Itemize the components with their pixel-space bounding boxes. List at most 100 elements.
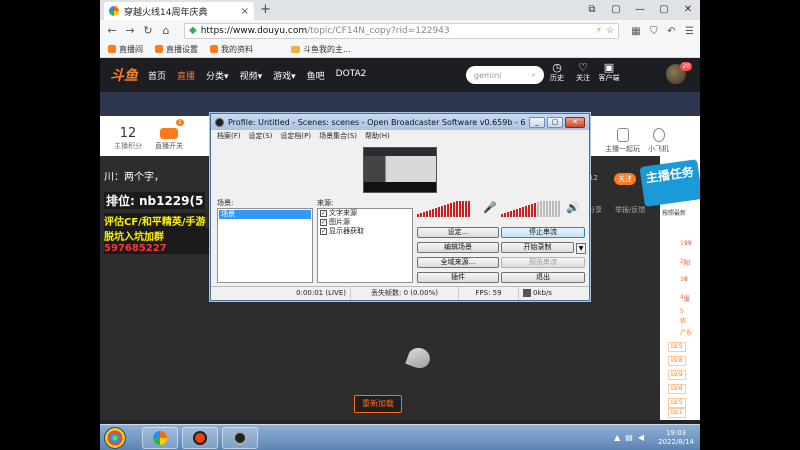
play-together-button[interactable]: 主播一起玩 (605, 128, 640, 154)
share-button[interactable]: 分享 (588, 205, 602, 215)
app-logo-icon (193, 431, 207, 445)
history-icon: ◷ (552, 61, 562, 74)
obs-menu-bar: 档案(F) 设定(S) 设定档(P) 场景集合(S) 帮助(H) (211, 130, 589, 142)
bookmark-item[interactable]: 直播间 (108, 44, 143, 55)
follow-pill-button[interactable]: 关注 (614, 173, 636, 185)
report-button[interactable]: 举报/反馈 (615, 205, 645, 215)
obs-minimize-icon[interactable]: _ (529, 116, 545, 128)
nav-yuba[interactable]: 鱼吧 (307, 69, 325, 82)
toggle-icon (160, 128, 178, 139)
shield-icon: ◆ (189, 25, 197, 36)
plugins-button[interactable]: 插件 (417, 272, 499, 283)
obs-maximize-icon[interactable]: ▢ (547, 116, 563, 128)
douyu-logo[interactable]: 斗鱼 (110, 65, 138, 85)
nav-games[interactable]: 游戏▾ (273, 69, 296, 82)
taskbar-obs[interactable] (222, 427, 258, 449)
bookmark-item[interactable]: 我的资料 (210, 44, 253, 55)
tray-arrow-icon[interactable]: ▲ (614, 433, 620, 442)
scenes-list[interactable]: 场景 (217, 208, 313, 283)
sources-list[interactable]: ✓ 文字来源 ✓ 图片源 ✓ 显示器获取 (317, 208, 413, 283)
anchor-task-badge[interactable]: 主播任务 (639, 159, 700, 207)
nav-category[interactable]: 分类▾ (206, 69, 229, 82)
menu-settings[interactable]: 设定(S) (249, 131, 273, 141)
obs-title-bar[interactable]: Profile: Untitled - Scenes: scenes - Ope… (211, 114, 589, 130)
level-badge: LV.5 (668, 342, 686, 352)
network-icon[interactable]: ▤ (625, 433, 633, 442)
nav-video[interactable]: 视频▾ (240, 69, 263, 82)
home-icon[interactable]: ⌂ (160, 24, 172, 37)
nav-live[interactable]: 直播 (177, 69, 195, 82)
search-input[interactable]: gemini ⌕ (466, 66, 544, 84)
client-button[interactable]: ▣ 客户端 (598, 62, 620, 84)
global-sources-button[interactable]: 全域来源... (417, 257, 499, 268)
extension-icon[interactable]: ▦ (631, 26, 640, 37)
forward-icon[interactable]: → (124, 24, 136, 37)
follow-button[interactable]: ♡ 关注 (572, 62, 594, 84)
undo-icon[interactable]: ↶ (667, 26, 675, 37)
lightning-icon[interactable]: ⚡ (596, 26, 602, 36)
stream-toggle-button[interactable]: 直播开关 (155, 128, 183, 151)
scene-item[interactable]: 场景 (219, 210, 311, 219)
mic-volume-meter[interactable] (417, 201, 470, 217)
preview-stream-button[interactable]: 预览串流 (501, 257, 585, 268)
source-item[interactable]: ✓ 显示器获取 (318, 227, 412, 236)
sources-label: 来源: (317, 199, 334, 207)
menu-profile[interactable]: 档案(F) (217, 131, 241, 141)
douyu-icon (155, 45, 163, 53)
rank-label: 99 (684, 240, 692, 247)
checkbox-icon: ✓ (320, 210, 327, 217)
back-icon[interactable]: ← (106, 24, 118, 37)
search-icon[interactable]: ⌕ (532, 70, 536, 80)
nav-home[interactable]: 首页 (148, 69, 166, 82)
bitrate-indicator-icon (523, 289, 531, 297)
exit-button[interactable]: 退出 (501, 272, 585, 283)
clock[interactable]: 19:03 2022/8/14 (658, 429, 694, 447)
edit-scene-button[interactable]: 编辑场景 (417, 242, 499, 253)
obs-close-icon[interactable]: ✕ (565, 116, 585, 128)
overlay-group: 脱坑入坑加群597685227 (104, 228, 212, 254)
checkbox-icon: ✓ (320, 228, 327, 235)
browser-tab[interactable]: 穿越火线14周年庆典 × (104, 2, 254, 20)
douyu-icon (210, 45, 218, 53)
close-window-icon[interactable]: ✕ (676, 0, 700, 20)
desktop-volume-meter[interactable] (501, 201, 560, 217)
plane-button[interactable]: 小飞机 (648, 128, 669, 154)
fullscreen-icon[interactable]: ▢ (604, 0, 628, 20)
nav-right-icons: ▦ ⛉ ↶ ☰ (625, 24, 694, 37)
reload-stream-button[interactable]: 重新加载 (354, 395, 402, 413)
start-record-button[interactable]: 开始录制 (501, 242, 574, 253)
new-tab-button[interactable]: + (260, 2, 271, 17)
volume-icon[interactable]: ◀ (638, 433, 644, 442)
reload-icon[interactable]: ↻ (142, 24, 154, 37)
taskbar-browser[interactable] (142, 427, 178, 449)
obs-window-controls: _ ▢ ✕ (529, 116, 585, 128)
settings-button[interactable]: 设定... (417, 227, 499, 238)
obs-preview (363, 147, 437, 193)
maximize-icon[interactable]: ▢ (652, 0, 676, 20)
source-item[interactable]: ✓ 文字来源 (318, 209, 412, 218)
history-button[interactable]: ◷ 历史 (546, 62, 568, 84)
microphone-icon[interactable]: 🎤 (483, 201, 497, 215)
rank-label: 阳 (684, 260, 691, 267)
source-item[interactable]: ✓ 图片源 (318, 218, 412, 227)
menu-icon[interactable]: ☰ (685, 26, 694, 37)
start-button[interactable] (104, 427, 126, 449)
address-bar[interactable]: ◆ https://www.douyu.com/topic/CF14N_copy… (184, 22, 620, 39)
nav-dota2[interactable]: DOTA2 (336, 69, 367, 82)
tab-close-icon[interactable]: × (241, 6, 249, 17)
bookmark-item[interactable]: 直播设置 (155, 44, 198, 55)
douyu-icon (108, 45, 116, 53)
menu-help[interactable]: 帮助(H) (365, 131, 390, 141)
taskbar-app[interactable] (182, 427, 218, 449)
menu-profiles[interactable]: 设定档(P) (280, 131, 311, 141)
record-dropdown-button[interactable]: ▼ (576, 243, 586, 254)
menu-scene-collection[interactable]: 场景集合(S) (319, 131, 357, 141)
stop-stream-button[interactable]: 停止串流 (501, 227, 585, 238)
overlay-promo: 评估CF/和平精英/手游 (104, 213, 206, 228)
restore-icon[interactable]: ⧉ (580, 0, 604, 20)
shirt-icon[interactable]: ⛉ (650, 26, 658, 37)
speaker-icon[interactable]: 🔊 (566, 201, 580, 214)
star-icon[interactable]: ☆ (606, 26, 614, 36)
minimize-icon[interactable]: — (628, 0, 652, 20)
bookmark-folder[interactable]: 斗鱼我的主... (291, 44, 351, 55)
